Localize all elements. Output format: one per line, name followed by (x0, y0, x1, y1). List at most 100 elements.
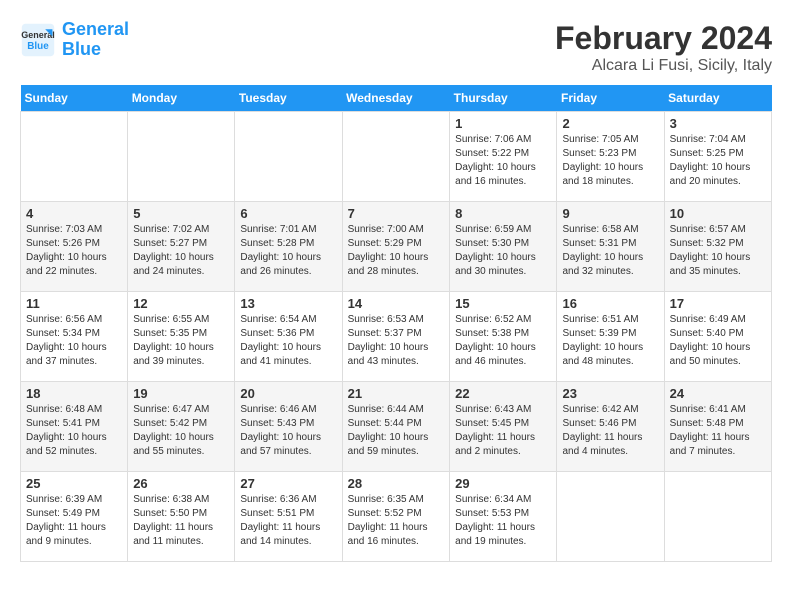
day-number: 17 (670, 296, 766, 311)
day-info: Sunrise: 6:58 AM Sunset: 5:31 PM Dayligh… (562, 223, 658, 279)
main-title: February 2024 (555, 20, 772, 57)
day-info: Sunrise: 6:43 AM Sunset: 5:45 PM Dayligh… (455, 403, 551, 459)
calendar-cell: 14 Sunrise: 6:53 AM Sunset: 5:37 PM Dayli… (342, 292, 450, 382)
day-number: 27 (240, 476, 336, 491)
day-number: 5 (133, 206, 229, 221)
calendar-cell: 11Sunrise: 6:56 AM Sunset: 5:34 PM Dayli… (21, 292, 128, 382)
day-info: Sunrise: 6:46 AM Sunset: 5:43 PM Dayligh… (240, 403, 336, 459)
calendar-cell (21, 112, 128, 202)
calendar-cell: 15 Sunrise: 6:52 AM Sunset: 5:38 PM Dayli… (450, 292, 557, 382)
day-info: Sunrise: 7:01 AM Sunset: 5:28 PM Dayligh… (240, 223, 336, 279)
day-number: 7 (348, 206, 445, 221)
calendar-cell: 26 Sunrise: 6:38 AM Sunset: 5:50 PM Dayli… (128, 472, 235, 562)
day-info: Sunrise: 6:54 AM Sunset: 5:36 PM Dayligh… (240, 313, 336, 369)
calendar-cell: 16 Sunrise: 6:51 AM Sunset: 5:39 PM Dayli… (557, 292, 664, 382)
calendar-cell: 1 Sunrise: 7:06 AM Sunset: 5:22 PM Daylig… (450, 112, 557, 202)
day-info: Sunrise: 7:05 AM Sunset: 5:23 PM Dayligh… (562, 133, 658, 189)
calendar-cell: 20 Sunrise: 6:46 AM Sunset: 5:43 PM Dayli… (235, 382, 342, 472)
day-number: 12 (133, 296, 229, 311)
day-number: 23 (562, 386, 658, 401)
day-number: 14 (348, 296, 445, 311)
day-info: Sunrise: 6:36 AM Sunset: 5:51 PM Dayligh… (240, 493, 336, 549)
day-number: 6 (240, 206, 336, 221)
week-row-2: 4 Sunrise: 7:03 AM Sunset: 5:26 PM Daylig… (21, 202, 772, 292)
calendar-cell: 23 Sunrise: 6:42 AM Sunset: 5:46 PM Dayli… (557, 382, 664, 472)
day-info: Sunrise: 7:06 AM Sunset: 5:22 PM Dayligh… (455, 133, 551, 189)
day-number: 24 (670, 386, 766, 401)
week-row-3: 11Sunrise: 6:56 AM Sunset: 5:34 PM Dayli… (21, 292, 772, 382)
calendar-cell (235, 112, 342, 202)
day-header-friday: Friday (557, 85, 664, 112)
day-number: 19 (133, 386, 229, 401)
day-info: Sunrise: 6:48 AM Sunset: 5:41 PM Dayligh… (26, 403, 122, 459)
calendar-cell: 18 Sunrise: 6:48 AM Sunset: 5:41 PM Dayli… (21, 382, 128, 472)
day-info: Sunrise: 6:35 AM Sunset: 5:52 PM Dayligh… (348, 493, 445, 549)
day-info: Sunrise: 6:38 AM Sunset: 5:50 PM Dayligh… (133, 493, 229, 549)
calendar-cell: 13 Sunrise: 6:54 AM Sunset: 5:36 PM Dayli… (235, 292, 342, 382)
day-info: Sunrise: 6:49 AM Sunset: 5:40 PM Dayligh… (670, 313, 766, 369)
header: General Blue GeneralBlue February 2024 A… (20, 20, 772, 75)
day-number: 9 (562, 206, 658, 221)
day-info: Sunrise: 6:51 AM Sunset: 5:39 PM Dayligh… (562, 313, 658, 369)
day-header-thursday: Thursday (450, 85, 557, 112)
day-info: Sunrise: 6:52 AM Sunset: 5:38 PM Dayligh… (455, 313, 551, 369)
day-number: 1 (455, 116, 551, 131)
day-number: 26 (133, 476, 229, 491)
day-number: 10 (670, 206, 766, 221)
calendar-cell (128, 112, 235, 202)
day-number: 4 (26, 206, 122, 221)
day-number: 13 (240, 296, 336, 311)
calendar-cell: 6 Sunrise: 7:01 AM Sunset: 5:28 PM Daylig… (235, 202, 342, 292)
day-number: 20 (240, 386, 336, 401)
day-header-monday: Monday (128, 85, 235, 112)
day-number: 22 (455, 386, 551, 401)
day-number: 25 (26, 476, 122, 491)
day-header-saturday: Saturday (664, 85, 771, 112)
day-number: 15 (455, 296, 551, 311)
day-info: Sunrise: 7:03 AM Sunset: 5:26 PM Dayligh… (26, 223, 122, 279)
day-header-tuesday: Tuesday (235, 85, 342, 112)
calendar-cell: 21Sunrise: 6:44 AM Sunset: 5:44 PM Dayli… (342, 382, 450, 472)
calendar-cell (557, 472, 664, 562)
day-info: Sunrise: 6:44 AM Sunset: 5:44 PM Dayligh… (348, 403, 445, 459)
day-info: Sunrise: 6:42 AM Sunset: 5:46 PM Dayligh… (562, 403, 658, 459)
calendar-cell: 28Sunrise: 6:35 AM Sunset: 5:52 PM Dayli… (342, 472, 450, 562)
logo-text: GeneralBlue (62, 20, 129, 60)
calendar-cell: 17 Sunrise: 6:49 AM Sunset: 5:40 PM Dayli… (664, 292, 771, 382)
calendar-cell: 9 Sunrise: 6:58 AM Sunset: 5:31 PM Daylig… (557, 202, 664, 292)
day-info: Sunrise: 7:00 AM Sunset: 5:29 PM Dayligh… (348, 223, 445, 279)
calendar-cell: 27 Sunrise: 6:36 AM Sunset: 5:51 PM Dayli… (235, 472, 342, 562)
calendar-cell: 19 Sunrise: 6:47 AM Sunset: 5:42 PM Dayli… (128, 382, 235, 472)
day-info: Sunrise: 6:56 AM Sunset: 5:34 PM Dayligh… (26, 313, 122, 369)
day-header-wednesday: Wednesday (342, 85, 450, 112)
svg-text:Blue: Blue (27, 41, 49, 52)
calendar-cell: 22 Sunrise: 6:43 AM Sunset: 5:45 PM Dayli… (450, 382, 557, 472)
day-info: Sunrise: 6:41 AM Sunset: 5:48 PM Dayligh… (670, 403, 766, 459)
day-info: Sunrise: 6:53 AM Sunset: 5:37 PM Dayligh… (348, 313, 445, 369)
calendar-cell: 3 Sunrise: 7:04 AM Sunset: 5:25 PM Daylig… (664, 112, 771, 202)
calendar-cell: 25 Sunrise: 6:39 AM Sunset: 5:49 PM Dayli… (21, 472, 128, 562)
calendar-cell: 7 Sunrise: 7:00 AM Sunset: 5:29 PM Daylig… (342, 202, 450, 292)
day-info: Sunrise: 6:55 AM Sunset: 5:35 PM Dayligh… (133, 313, 229, 369)
day-number: 8 (455, 206, 551, 221)
day-number: 3 (670, 116, 766, 131)
calendar-cell (342, 112, 450, 202)
week-row-1: 1 Sunrise: 7:06 AM Sunset: 5:22 PM Daylig… (21, 112, 772, 202)
day-number: 16 (562, 296, 658, 311)
day-info: Sunrise: 7:02 AM Sunset: 5:27 PM Dayligh… (133, 223, 229, 279)
day-info: Sunrise: 6:47 AM Sunset: 5:42 PM Dayligh… (133, 403, 229, 459)
header-row: SundayMondayTuesdayWednesdayThursdayFrid… (21, 85, 772, 112)
day-info: Sunrise: 7:04 AM Sunset: 5:25 PM Dayligh… (670, 133, 766, 189)
title-area: February 2024 Alcara Li Fusi, Sicily, It… (555, 20, 772, 75)
logo: General Blue GeneralBlue (20, 20, 129, 60)
day-info: Sunrise: 6:39 AM Sunset: 5:49 PM Dayligh… (26, 493, 122, 549)
day-info: Sunrise: 6:59 AM Sunset: 5:30 PM Dayligh… (455, 223, 551, 279)
week-row-4: 18 Sunrise: 6:48 AM Sunset: 5:41 PM Dayli… (21, 382, 772, 472)
calendar-cell: 2 Sunrise: 7:05 AM Sunset: 5:23 PM Daylig… (557, 112, 664, 202)
day-number: 2 (562, 116, 658, 131)
calendar-cell: 8 Sunrise: 6:59 AM Sunset: 5:30 PM Daylig… (450, 202, 557, 292)
day-info: Sunrise: 6:34 AM Sunset: 5:53 PM Dayligh… (455, 493, 551, 549)
logo-icon: General Blue (20, 22, 56, 58)
day-number: 18 (26, 386, 122, 401)
calendar-cell: 29Sunrise: 6:34 AM Sunset: 5:53 PM Dayli… (450, 472, 557, 562)
